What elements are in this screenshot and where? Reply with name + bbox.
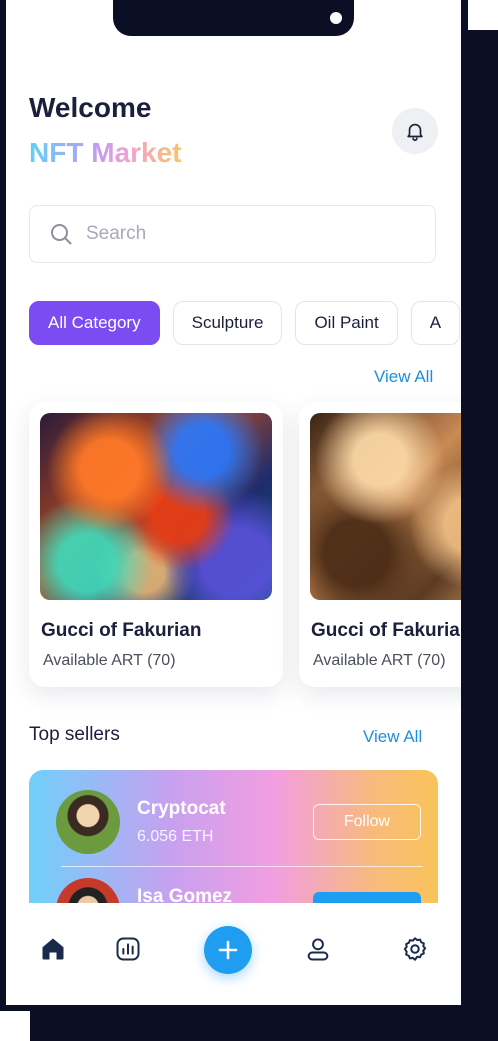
top-sellers-view-all-link[interactable]: View All (363, 727, 422, 747)
plus-icon (218, 940, 238, 960)
nft-card-subtitle: Available ART (70) (313, 652, 446, 669)
chart-icon (116, 937, 140, 961)
phone-frame: Welcome NFT Market All Category Sculptur… (0, 0, 468, 1011)
nft-card[interactable]: Gucci of Fakurian Available ART (70) (29, 402, 283, 687)
gear-icon (403, 937, 427, 961)
chip-all-category[interactable]: All Category (29, 301, 160, 345)
bottom-tab-bar (6, 903, 461, 1005)
notification-button[interactable] (392, 108, 438, 154)
chip-sculpture[interactable]: Sculpture (172, 301, 283, 345)
avatar[interactable] (56, 790, 120, 854)
chip-oil-paint[interactable]: Oil Paint (295, 301, 398, 345)
home-icon (42, 938, 64, 960)
tab-profile[interactable] (304, 935, 332, 963)
tab-stats[interactable] (114, 935, 142, 963)
nft-card-title: Gucci of Fakurian (41, 620, 202, 641)
search-box[interactable] (29, 205, 436, 263)
top-sellers-heading: Top sellers (29, 724, 120, 745)
tab-settings[interactable] (401, 935, 429, 963)
app-screen: Welcome NFT Market All Category Sculptur… (6, 0, 461, 1005)
search-input[interactable] (84, 222, 388, 246)
welcome-title: Welcome (29, 92, 152, 123)
featured-view-all-link[interactable]: View All (374, 367, 433, 387)
search-icon (48, 221, 74, 247)
tab-home[interactable] (39, 935, 67, 963)
camera-dot (330, 12, 342, 24)
nft-card[interactable]: Gucci of Fakurian Available ART (70) (299, 402, 461, 687)
category-chips: All Category Sculpture Oil Paint A (29, 301, 461, 345)
seller-eth: 6.056 ETH (137, 828, 214, 845)
user-icon (307, 938, 329, 961)
nft-artwork-image (310, 413, 461, 600)
divider (61, 866, 423, 867)
seller-name: Cryptocat (137, 798, 226, 819)
phone-notch (113, 0, 354, 36)
nft-card-title: Gucci of Fakurian (311, 620, 461, 641)
nft-artwork-image (40, 413, 272, 600)
add-button[interactable] (204, 926, 252, 974)
brand-title: NFT Market (29, 137, 182, 168)
nft-card-subtitle: Available ART (70) (43, 652, 176, 669)
bell-icon (407, 123, 423, 141)
follow-button[interactable]: Follow (313, 804, 421, 840)
chip-more[interactable]: A (410, 301, 461, 345)
